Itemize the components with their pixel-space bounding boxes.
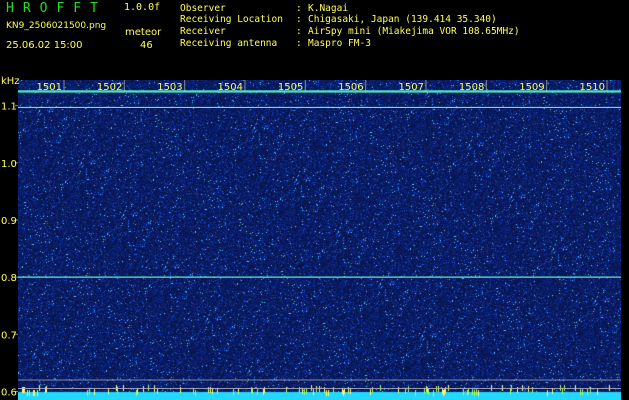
- y-tick-label: 0.8: [1, 273, 17, 284]
- y-tick-label: 0.6: [1, 387, 17, 398]
- y-tick-label: 1.0: [1, 159, 17, 170]
- y-tick-label: 1.1: [1, 102, 17, 113]
- y-tick-label: 0.7: [1, 330, 17, 341]
- chart-overlay: 1501 1502 1503 1504 1505 1506 1507 1508 1509 1510…: [1, 76, 621, 398]
- y-axis-unit-label: kHz: [1, 76, 20, 87]
- y-tick-label: 0.9: [1, 216, 17, 227]
